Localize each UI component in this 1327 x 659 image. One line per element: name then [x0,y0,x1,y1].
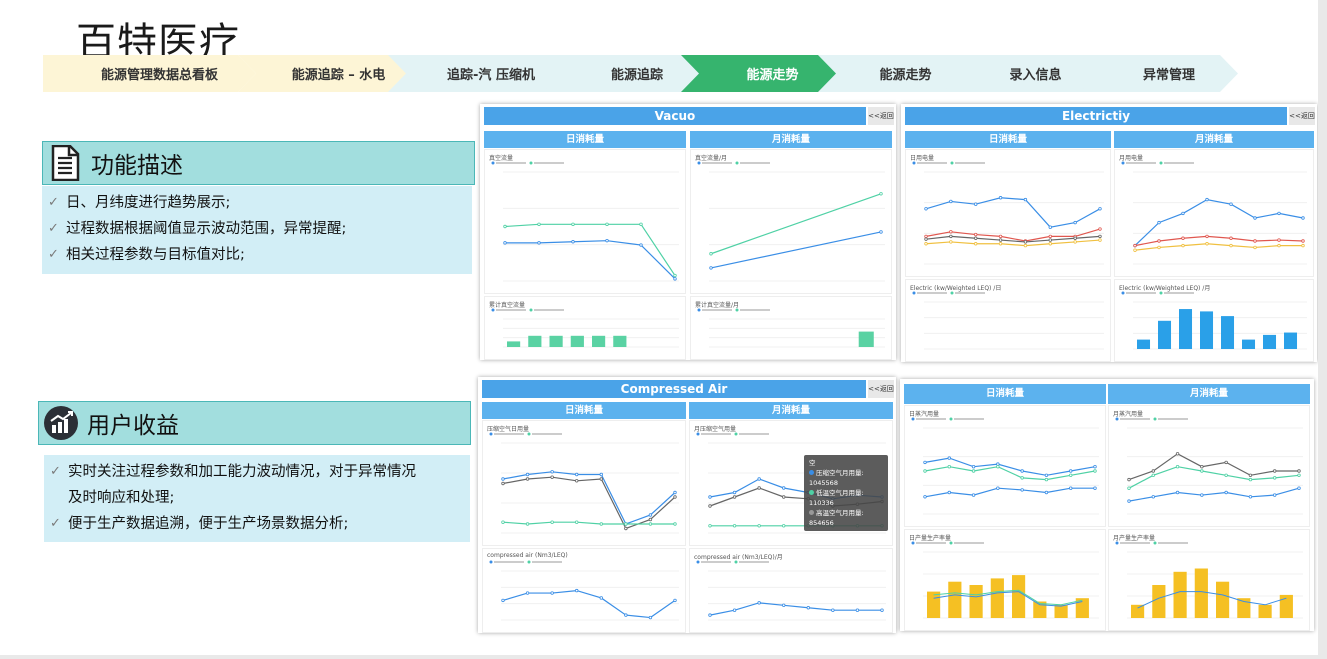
production-daily-chart: 日产量生产率量 [904,529,1106,631]
air-daily-chart: 压缩空气日用量 [482,420,686,546]
air-leq-monthly-chart: compressed air (Nm3/LEQ)/月 [689,548,893,633]
tab-daily[interactable]: 日消耗量 [905,131,1111,148]
vacuum-cumulative-daily-chart: 累计真空流量 [484,296,686,360]
slide: 百特医疗 能源管理数据总看板 能源追踪 – 水电 追踪-汽 压缩机 能源追踪 能源走势能… [0,0,1318,655]
electricity-panel: Electrictiy <<返回 日消耗量 月消耗量 日用电量 月用电量 Ele… [901,104,1317,362]
vacuum-monthly-chart: 真空流量/月 [690,149,892,294]
chart-canvas [491,308,679,348]
list-item: 及时响应和处理; [68,490,175,506]
tab-monthly[interactable]: 月消耗量 [1108,384,1310,404]
air-leq-daily-chart: compressed air (Nm3/LEQ) [482,548,686,633]
chart-canvas [1121,291,1307,350]
user-benefit-header: 用户收益 [38,401,471,445]
step-8[interactable]: 异常管理 [1080,55,1238,92]
chart-canvas [1115,541,1303,619]
production-monthly-chart: 月产量生产率量 [1108,529,1310,631]
panel-title: Vacuo [484,107,866,125]
chart-canvas [1121,161,1307,265]
tab-daily[interactable]: 日消耗量 [904,384,1106,404]
chart-tooltip: 空 压缩空气月用量: 1045568 低温空气月用量: 110336 高温空气月… [804,455,888,531]
steam-daily-chart: 日蒸汽用量 [904,405,1106,527]
chart-canvas [697,308,885,348]
chart-growth-icon [43,405,79,441]
chart-canvas [911,541,1099,619]
list-item: ✓ 日、月纬度进行趋势展示; [48,195,231,211]
chart-canvas [911,417,1099,515]
tab-daily[interactable]: 日消耗量 [482,402,686,419]
tab-monthly[interactable]: 月消耗量 [689,402,893,419]
tab-monthly[interactable]: 月消耗量 [690,131,892,148]
list-item: ✓ 相关过程参数与目标值对比; [48,247,245,263]
tab-daily[interactable]: 日消耗量 [484,131,686,148]
back-button[interactable]: <<返回 [868,107,894,125]
step-1[interactable]: 能源管理数据总看板 [43,55,256,92]
vacuo-panel: Vacuo <<返回 日消耗量 月消耗量 真空流量 真空流量/月 累计真空流量 … [480,104,896,360]
steam-monthly-chart: 月蒸汽用量 [1108,405,1310,527]
electricity-monthly-chart: 月用电量 [1114,149,1314,277]
list-item: ✓ 实时关注过程参数和加工能力波动情况，对于异常情况 [50,464,416,480]
compressed-air-panel: Compressed Air <<返回 日消耗量 月消耗量 压缩空气日用量 月压… [478,377,896,633]
vacuum-daily-chart: 真空流量 [484,149,686,294]
user-benefit-list: ✓ 实时关注过程参数和加工能力波动情况，对于异常情况 及时响应和处理; ✓ 便于生产… [44,455,470,542]
list-item: ✓ 便于生产数据追溯，便于生产场景数据分析; [50,516,349,532]
electricity-daily-chart: 日用电量 [905,149,1111,277]
vacuum-cumulative-monthly-chart: 累计真空流量/月 [690,296,892,360]
list-item: ✓ 过程数据根据阈值显示波动范围，异常提醒; [48,221,347,237]
steam-panel: 日消耗量 月消耗量 日蒸汽用量 月蒸汽用量 日产量生产率量 月产量生产率量 [900,379,1314,631]
chart-canvas [912,161,1104,265]
back-button[interactable]: <<返回 [868,380,894,398]
tab-monthly[interactable]: 月消耗量 [1114,131,1314,148]
electricity-leq-monthly-chart: Electric (kw/Weighted LEQ) /月 [1114,279,1314,362]
function-desc-title: 功能描述 [91,153,183,179]
back-button[interactable]: <<返回 [1289,107,1315,125]
user-benefit-title: 用户收益 [87,413,179,439]
chart-canvas [489,432,679,534]
chart-canvas [697,161,885,282]
chart-canvas [491,161,679,282]
panel-title: Compressed Air [482,380,866,398]
function-desc-list: ✓ 日、月纬度进行趋势展示; ✓ 过程数据根据阈值显示波动范围，异常提醒; ✓ 相关过… [42,186,472,274]
electricity-leq-daily-chart: Electric (kw/Weighted LEQ) /日 [905,279,1111,362]
chart-canvas [912,291,1104,350]
chart-canvas [489,560,679,621]
document-icon [47,145,83,181]
function-desc-header: 功能描述 [42,141,475,185]
panel-title: Electrictiy [905,107,1287,125]
process-step-bar: 能源管理数据总看板 能源追踪 – 水电 追踪-汽 压缩机 能源追踪 能源走势 能源走势 录入… [43,55,1238,92]
chart-canvas [696,560,886,621]
chart-canvas [1115,417,1303,515]
